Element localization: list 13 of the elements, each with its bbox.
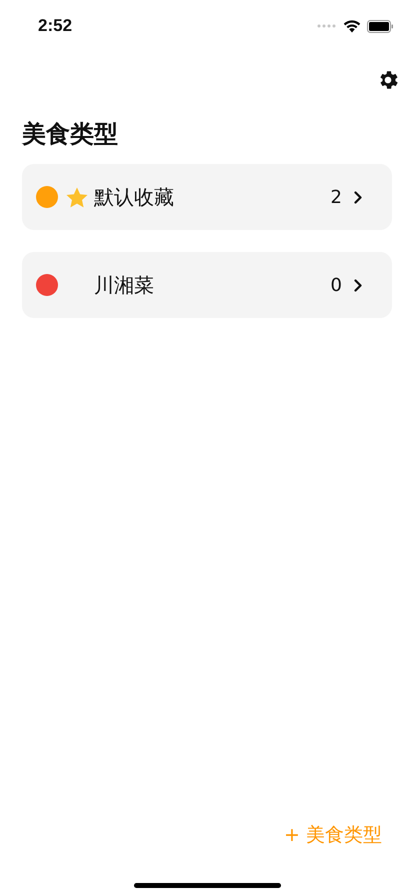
page-title: 美食类型	[22, 119, 119, 150]
category-card[interactable]: 默认收藏 2	[22, 164, 392, 230]
signal-icon	[317, 24, 337, 28]
wifi-icon	[343, 20, 361, 32]
chevron-icon	[354, 190, 362, 204]
status-time: 2:52	[38, 16, 72, 36]
category-name: 川湘菜	[94, 272, 155, 298]
category-card[interactable]: 川湘菜 0	[22, 252, 392, 318]
category-name: 默认收藏	[94, 184, 175, 210]
chevron-icon	[354, 278, 362, 292]
item-count: 2	[330, 186, 342, 208]
item-count: 0	[330, 274, 342, 296]
battery-icon	[367, 20, 394, 32]
